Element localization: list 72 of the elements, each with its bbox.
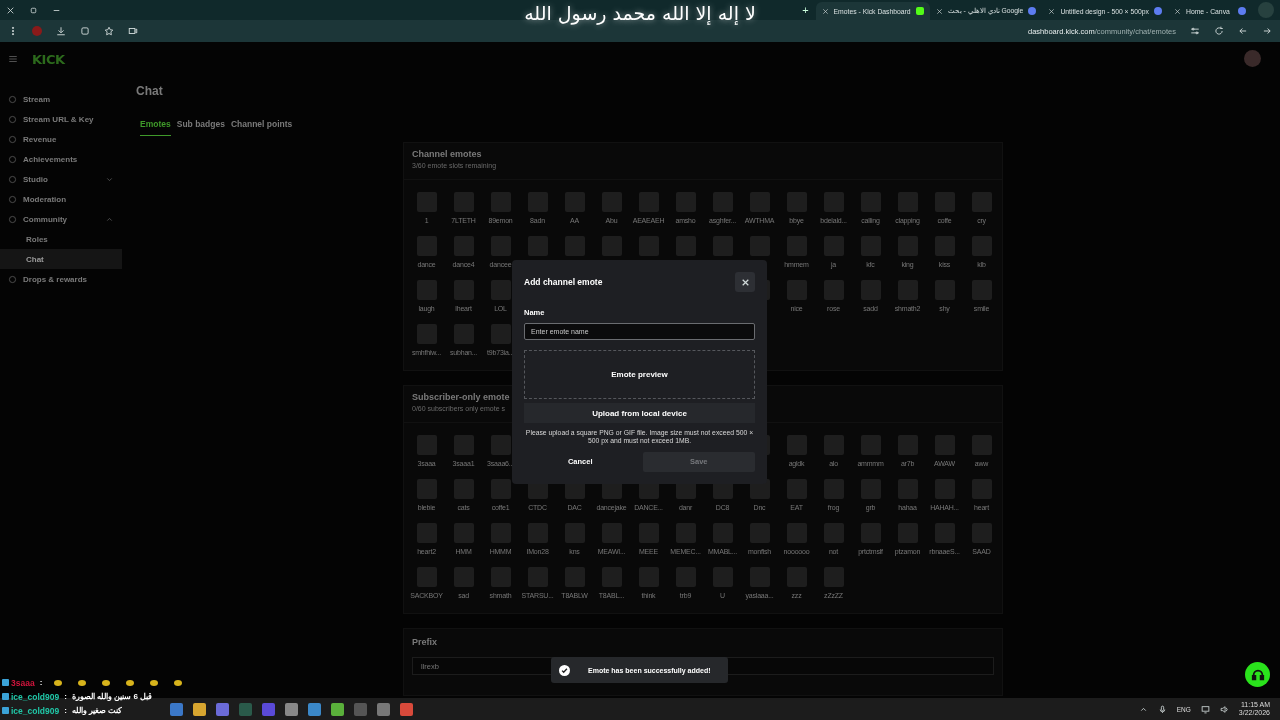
headset-icon[interactable] [1245,662,1270,687]
taskbar-app-icon[interactable] [400,702,413,716]
close-button[interactable] [735,272,755,292]
forward-arrow-icon[interactable] [1262,26,1272,36]
close-icon[interactable] [821,7,829,15]
page-tab[interactable]: Sub badges [176,116,225,136]
taskbar-app-icon[interactable] [285,702,298,716]
avatar[interactable] [1244,50,1261,67]
section-title: Prefix [412,637,438,647]
site-favicon-icon [1154,7,1162,15]
close-icon[interactable] [6,5,15,15]
sidebar-item[interactable]: Revenue [0,129,122,149]
emote-image[interactable] [490,479,511,499]
sidebar-item[interactable]: Chat [0,249,122,269]
taskbar-app-icon[interactable] [216,702,229,716]
circle-icon[interactable] [8,194,17,204]
sidebar-item[interactable]: Roles [0,229,122,249]
page-title: Chat [136,84,164,98]
taskbar-app-icon[interactable] [377,702,390,716]
extension-icon[interactable] [32,26,42,36]
close-icon[interactable] [1048,7,1056,15]
site-favicon-icon [1028,7,1037,15]
circle-icon[interactable] [8,154,17,164]
microphone-icon[interactable] [1157,704,1167,714]
menu-icon[interactable] [8,54,18,64]
tune-icon[interactable] [1190,26,1200,36]
sidebar-item[interactable]: Drops & rewards [0,269,122,289]
sidebar-item[interactable]: Stream [0,89,122,109]
reload-icon[interactable] [1214,26,1224,36]
logo[interactable]: KICK [32,51,65,67]
circle-icon[interactable] [8,214,17,224]
new-tab-button[interactable]: + [795,4,816,16]
page-tab[interactable]: Channel points [230,116,293,136]
site-favicon-icon [915,7,924,15]
restore-icon[interactable] [29,5,38,15]
emote-preview-area[interactable]: Emote preview [524,350,755,399]
download-icon[interactable] [56,26,66,36]
taskbar-app-icon[interactable] [193,702,206,716]
sidebar-item[interactable]: Community [0,209,122,229]
taskbar-app-icon[interactable] [308,702,321,716]
sidebar-item[interactable]: Achievements [0,149,122,169]
section-title: Subscriber-only emote [412,392,511,402]
close-icon[interactable] [740,277,750,287]
circle-icon[interactable] [8,114,17,124]
taskbar-app-icon[interactable] [331,702,344,716]
close-icon[interactable] [935,7,943,15]
close-icon[interactable] [1174,7,1181,15]
emote-image[interactable] [490,280,511,300]
circle-icon[interactable] [8,274,17,284]
page-tab[interactable]: Emotes [140,116,171,136]
sidebar-item[interactable]: Studio [0,169,122,189]
circle-icon[interactable] [8,134,17,144]
emote-image[interactable] [490,435,511,455]
dialog-title: Add channel emote [524,277,603,287]
sidebar-item[interactable]: Stream URL & Key [0,109,122,129]
back-arrow-icon[interactable] [1238,26,1248,36]
upload-button[interactable]: Upload from local device [524,403,755,423]
media-icon[interactable] [128,26,138,36]
overlay-text: لا إله إلا الله محمد رسول الله [524,2,756,24]
chat-message: 3saaa : [2,676,190,689]
star-icon[interactable] [104,26,114,36]
taskbar-app-icon[interactable] [170,702,183,716]
tab-list-button[interactable] [1258,2,1274,18]
speaker-icon[interactable] [1219,704,1229,714]
site-favicon-icon [1238,7,1246,15]
section-title: Channel emotes [412,149,483,159]
emote-image[interactable] [490,324,511,344]
circle-icon[interactable] [8,174,17,184]
circle-icon[interactable] [8,94,17,104]
monitor-icon[interactable] [1200,704,1210,714]
check-icon [559,664,570,676]
sidebar-item[interactable]: Moderation [0,189,122,209]
